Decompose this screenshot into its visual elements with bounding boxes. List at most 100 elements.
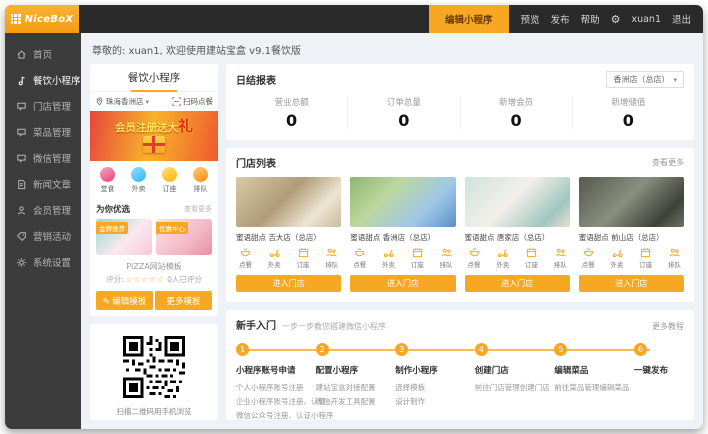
step-item[interactable]: 企业小程序账号注册、认证 <box>236 395 316 409</box>
step-number-badge: 1 <box>236 343 249 356</box>
step-item[interactable]: 微信公众号注册、认证小程序 <box>236 409 316 423</box>
sidebar-item-home[interactable]: 首页 <box>5 41 81 67</box>
calendar-icon <box>526 247 537 258</box>
store-action-order[interactable]: 点餐 <box>353 247 366 269</box>
store-selector[interactable]: 珠海香洲店 ▾ <box>95 96 149 107</box>
step-item[interactable]: 前往菜品管理编辑菜品 <box>554 381 634 395</box>
step-item[interactable]: 微信开发工具配置 <box>316 395 396 409</box>
wechat-bubble-icon <box>16 153 27 164</box>
sidebar-item-wechat[interactable]: 微信管理 <box>5 145 81 171</box>
store-action-reserve[interactable]: 订座 <box>525 247 538 269</box>
store-action-queue[interactable]: 排队 <box>325 247 338 269</box>
quick-action-takeout[interactable]: 外卖 <box>131 167 146 194</box>
chevron-down-icon: ▾ <box>673 76 677 84</box>
store-filter-select[interactable]: 香洲店（总店） ▾ <box>606 71 684 88</box>
logout-link[interactable]: 退出 <box>672 12 691 26</box>
daily-report-card: 日结报表 香洲店（总店） ▾ 营业总额0 订单总量0 新增会员0 新增储值0 <box>226 64 694 140</box>
template-rating: 评分: ☆☆☆☆☆ 0人已评分 <box>90 274 218 285</box>
store-list-more-link[interactable]: 查看更多 <box>652 157 684 168</box>
gear-icon <box>16 257 27 268</box>
sidebar-item-settings[interactable]: 系统设置 <box>5 249 81 275</box>
store-action-delivery[interactable]: 外卖 <box>496 247 509 269</box>
calendar-icon <box>640 247 651 258</box>
quick-actions: 堂食 外卖 订座 排队 <box>90 161 218 199</box>
step-item[interactable]: 个人小程序账号注册 <box>236 381 316 395</box>
bowl-icon <box>354 247 365 258</box>
enter-store-button[interactable]: 进入门店 <box>350 275 455 292</box>
featured-more-link[interactable]: 查看更多 <box>184 204 212 214</box>
onboarding-card: 新手入门 一步一步教您搭建微信小程序 更多教程 1 小程序账号申请 个人小程序账… <box>226 310 694 420</box>
enter-store-button[interactable]: 进入门店 <box>579 275 684 292</box>
step-item[interactable]: 建站宝盒对接配置 <box>316 381 396 395</box>
store-action-order[interactable]: 点餐 <box>582 247 595 269</box>
scooter-icon <box>612 247 623 258</box>
timeline-line <box>242 349 650 351</box>
app-logo[interactable]: NiceBoX <box>5 5 79 33</box>
metric-orders: 订单总量0 <box>347 96 459 130</box>
sidebar-item-news[interactable]: 新闻文章 <box>5 171 81 197</box>
store-action-reserve[interactable]: 订座 <box>297 247 310 269</box>
template-name: PIZZA网站模板 <box>90 261 218 272</box>
nav-publish[interactable]: 发布 <box>551 12 570 26</box>
store-action-queue[interactable]: 排队 <box>668 247 681 269</box>
step-item[interactable]: 前往门店管理创建门店 <box>475 381 555 395</box>
quick-action-queue[interactable]: 排队 <box>193 167 208 194</box>
store-action-order[interactable]: 点餐 <box>468 247 481 269</box>
sidebar-item-members[interactable]: 会员管理 <box>5 197 81 223</box>
settings-gear-icon[interactable]: ⚙ <box>611 14 621 25</box>
username[interactable]: xuan1 <box>631 14 661 25</box>
featured-image[interactable]: 优惠中心 <box>156 219 212 255</box>
step-title: 配置小程序 <box>316 364 396 376</box>
store-selector-label: 珠海香洲店 <box>106 96 144 107</box>
store-action-order[interactable]: 点餐 <box>239 247 252 269</box>
main-area: 尊敬的: xuan1, 欢迎使用建站宝盒 v9.1餐饮版 餐饮小程序 珠海香洲店… <box>81 33 703 429</box>
more-tutorials-link[interactable]: 更多教程 <box>652 321 684 332</box>
onboarding-step-3: 3 制作小程序 选择模板 设计制作 <box>395 343 475 423</box>
gift-box-icon <box>143 136 165 153</box>
step-item[interactable]: 选择模板 <box>395 381 475 395</box>
sidebar-item-marketing[interactable]: 营销活动 <box>5 223 81 249</box>
store-action-reserve[interactable]: 订座 <box>411 247 424 269</box>
nav-help[interactable]: 帮助 <box>581 12 600 26</box>
sidebar-item-miniprogram[interactable]: 餐饮小程序 <box>5 67 81 93</box>
nav-preview[interactable]: 预览 <box>521 12 540 26</box>
scooter-icon <box>383 247 394 258</box>
store-action-queue[interactable]: 排队 <box>554 247 567 269</box>
metric-new-members: 新增会员0 <box>460 96 572 130</box>
featured-image[interactable]: 金牌推荐 <box>96 219 152 255</box>
dinein-icon <box>100 167 115 182</box>
enter-store-button[interactable]: 进入门店 <box>236 275 341 292</box>
store-action-delivery[interactable]: 外卖 <box>268 247 281 269</box>
enter-store-button[interactable]: 进入门店 <box>465 275 570 292</box>
featured-tag: 金牌推荐 <box>96 222 128 234</box>
store-action-reserve[interactable]: 订座 <box>639 247 652 269</box>
step-item[interactable]: 设计制作 <box>395 395 475 409</box>
promo-banner[interactable]: 会员注册送大礼 <box>90 111 218 161</box>
scooter-icon <box>497 247 508 258</box>
welcome-text: 尊敬的: xuan1, 欢迎使用建站宝盒 v9.1餐饮版 <box>92 42 694 57</box>
edit-miniprogram-button[interactable]: 编辑小程序 <box>429 5 509 33</box>
sidebar-item-dishes[interactable]: 菜品管理 <box>5 119 81 145</box>
featured-images: 金牌推荐 优惠中心 <box>90 219 218 255</box>
store-action-delivery[interactable]: 外卖 <box>382 247 395 269</box>
more-templates-button[interactable]: 更多模板 <box>155 291 212 310</box>
store-name: 蜜语甜点 香洲店（总店） <box>350 232 455 243</box>
step-number-badge: 2 <box>316 343 329 356</box>
store-action-queue[interactable]: 排队 <box>440 247 453 269</box>
sidebar-item-stores[interactable]: 门店管理 <box>5 93 81 119</box>
store-photo <box>350 177 455 227</box>
store-list-title: 门店列表 <box>236 155 276 170</box>
onboarding-step-1: 1 小程序账号申请 个人小程序账号注册 企业小程序账号注册、认证 微信公众号注册… <box>236 343 316 423</box>
sidebar-item-label: 新闻文章 <box>33 177 71 191</box>
edit-template-button[interactable]: ✎ 编辑模板 <box>96 291 153 310</box>
quick-action-dinein[interactable]: 堂食 <box>100 167 115 194</box>
store-photo <box>236 177 341 227</box>
store-name: 蜜语甜点 唐家店（总店） <box>465 232 570 243</box>
store-filter-value: 香洲店（总店） <box>613 74 669 85</box>
quick-action-reserve[interactable]: 订座 <box>162 167 177 194</box>
sidebar-item-label: 会员管理 <box>33 203 71 217</box>
store-photo <box>579 177 684 227</box>
sidebar-item-label: 餐饮小程序 <box>33 73 81 87</box>
store-action-delivery[interactable]: 外卖 <box>611 247 624 269</box>
scan-order-button[interactable]: 扫码点餐 <box>172 96 213 107</box>
